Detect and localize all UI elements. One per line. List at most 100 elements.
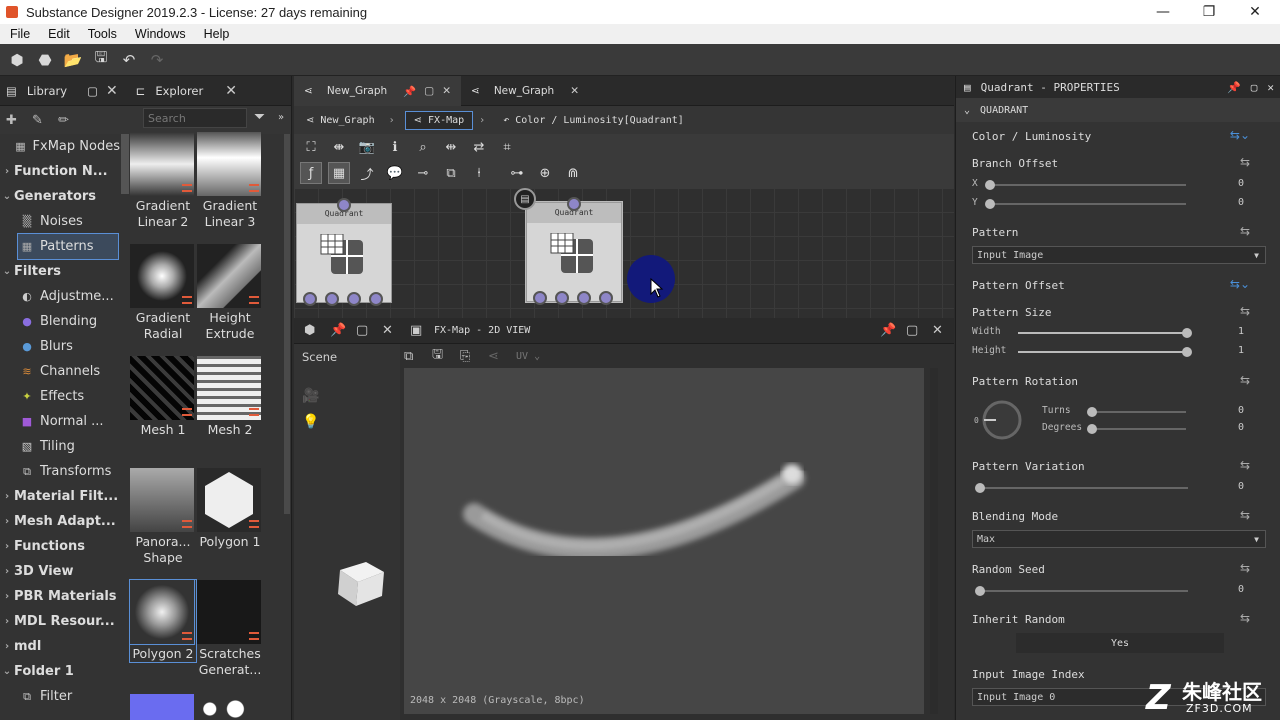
chevron-down-icon[interactable]: ⌄ — [0, 266, 14, 277]
function-mode-icon[interactable]: ƒ — [300, 162, 322, 184]
node-input-pin[interactable] — [337, 198, 351, 212]
slider-handle[interactable] — [1087, 424, 1097, 434]
tree-item[interactable]: ⧉ Transforms — [0, 459, 120, 484]
slider-handle[interactable] — [975, 483, 985, 493]
pattern-height-value[interactable]: 1 — [1238, 345, 1244, 356]
library-thumbnail[interactable]: Polygon 2 — [129, 579, 197, 663]
library-thumbnail[interactable]: Gradient Linear 2 — [130, 132, 196, 230]
reset-icon[interactable]: ⇆ — [1240, 373, 1250, 387]
crop-icon[interactable]: ⌗ — [496, 136, 518, 158]
light-icon[interactable]: 💡 — [302, 414, 319, 430]
pattern-variation-slider[interactable] — [978, 487, 1188, 489]
link-icon[interactable]: ⊶ — [506, 162, 528, 184]
pin-icon[interactable]: 📌 — [403, 85, 416, 98]
reset-icon[interactable]: ⇆ — [1240, 561, 1250, 575]
library-search-input[interactable]: Search — [143, 108, 247, 128]
slider-handle[interactable] — [985, 199, 995, 209]
camera-icon[interactable]: 🎥 — [302, 388, 319, 404]
save-icon[interactable]: 🖫 — [432, 345, 452, 367]
camera-icon[interactable]: 📷 — [356, 136, 378, 158]
library-thumbnail[interactable]: Gradient Linear 3 — [197, 132, 263, 230]
tree-item[interactable]: › MDL Resour... — [0, 609, 120, 634]
menu-help[interactable]: Help — [198, 27, 236, 41]
comment-icon[interactable]: 💬 — [384, 162, 406, 184]
chevron-down-icon[interactable]: ⌄ — [0, 666, 14, 677]
brush-icon[interactable]: ✎ — [32, 113, 52, 128]
channel-select[interactable]: UV ⌄ — [516, 351, 552, 362]
menu-file[interactable]: File — [4, 27, 36, 41]
node-output-pin[interactable] — [577, 291, 591, 305]
tree-item[interactable]: › Mesh Adapt... — [0, 509, 120, 534]
random-seed-value[interactable]: 0 — [1238, 584, 1244, 595]
close-icon[interactable]: ✕ — [382, 323, 398, 338]
pattern-variation-value[interactable]: 0 — [1238, 481, 1244, 492]
tree-item[interactable]: ■ Normal ... — [0, 409, 120, 434]
open-folder-icon[interactable]: 📂 — [62, 49, 84, 71]
pattern-width-slider[interactable] — [1018, 332, 1188, 334]
render-view[interactable]: 2048 x 2048 (Grayscale, 8bpc) — [404, 368, 924, 714]
magnet-icon[interactable]: ⋒ — [562, 162, 584, 184]
reset-icon[interactable]: ⇆ — [1240, 224, 1250, 238]
node-output-pin[interactable] — [303, 292, 317, 306]
new-graph-icon[interactable]: ⬣ — [34, 49, 56, 71]
node-output-pin[interactable] — [347, 292, 361, 306]
close-icon[interactable]: ✕ — [442, 85, 451, 97]
slider-handle[interactable] — [975, 586, 985, 596]
quadrant-node-2[interactable]: Quadrant — [525, 197, 623, 305]
chevron-right-icon[interactable]: › — [0, 641, 14, 652]
frame-all-icon[interactable]: ⛶ — [300, 136, 322, 158]
tab-explorer[interactable]: ⊏ Explorer ✕ — [130, 76, 243, 106]
chevron-right-icon[interactable]: › — [0, 166, 14, 177]
degrees-slider[interactable] — [1092, 428, 1186, 430]
tree-item[interactable]: ▒ Noises — [0, 209, 120, 234]
chevron-down-icon[interactable]: ⌄ — [0, 191, 14, 202]
pattern-select[interactable]: Input Image ▼ — [972, 246, 1266, 264]
tree-item[interactable]: ⧉ Filter — [0, 684, 120, 709]
cube-icon[interactable]: ⬢ — [304, 323, 320, 338]
tree-item[interactable]: › PBR Materials — [0, 584, 120, 609]
rotation-dial[interactable] — [980, 398, 1024, 442]
node-output-pin[interactable] — [533, 291, 547, 305]
degrees-value[interactable]: 0 — [1238, 422, 1244, 433]
branch-offset-x-value[interactable]: 0 — [1238, 178, 1244, 189]
library-thumbnail[interactable] — [130, 694, 194, 720]
random-seed-slider[interactable] — [978, 590, 1188, 592]
turns-slider[interactable] — [1092, 411, 1186, 413]
slider-handle[interactable] — [1182, 328, 1192, 338]
minimize-button[interactable]: — — [1140, 0, 1186, 24]
section-header[interactable]: ⌄ QUADRANT — [956, 98, 1280, 122]
chevron-right-icon[interactable]: › — [0, 491, 14, 502]
tab-new-graph-2[interactable]: ⋖ New_Graph ✕ — [461, 76, 589, 106]
library-thumbnail[interactable]: Scratches Generat... — [197, 580, 263, 678]
reset-icon[interactable]: ⇆ — [1240, 155, 1250, 169]
branch-offset-y-value[interactable]: 0 — [1238, 197, 1244, 208]
quadrant-node-1[interactable]: Quadrant — [296, 198, 392, 306]
tree-item[interactable]: › mdl — [0, 634, 120, 659]
tree-item[interactable]: ● Blurs — [0, 334, 120, 359]
fit-icon[interactable]: ⇼ — [328, 136, 350, 158]
crumb-fx-map[interactable]: ⋖ FX-Map — [404, 110, 474, 130]
library-thumbnail[interactable]: Mesh 2 — [197, 356, 263, 438]
view-scrollbar[interactable] — [930, 368, 938, 714]
slider-handle[interactable] — [985, 180, 995, 190]
document-icon[interactable]: ▤ — [514, 188, 536, 210]
chevron-right-icon[interactable]: › — [0, 566, 14, 577]
reset-icon[interactable]: ⇆ — [1240, 304, 1250, 318]
pin-icon[interactable]: ▢ — [87, 84, 98, 98]
library-scrollbar[interactable] — [284, 134, 290, 514]
close-icon[interactable]: ✕ — [932, 323, 948, 338]
crumb-quadrant[interactable]: ↶ Color / Luminosity[Quadrant] — [495, 112, 692, 129]
close-icon[interactable]: ✕ — [570, 85, 579, 97]
reset-icon[interactable]: ⇆ — [1240, 458, 1250, 472]
graph-canvas[interactable]: Quadrant Quadrant ▤ — [294, 188, 954, 318]
node-output-pin[interactable] — [599, 291, 613, 305]
curve-icon[interactable]: ⤴ — [356, 162, 378, 184]
pin-node-icon[interactable]: ⍿ — [468, 162, 490, 184]
menu-edit[interactable]: Edit — [42, 27, 76, 41]
tab-new-graph-1[interactable]: ⋖ New_Graph 📌 ▢ ✕ — [294, 76, 461, 106]
library-thumbnail[interactable]: Panora... Shape — [130, 468, 196, 566]
tree-item[interactable]: ⌄ Filters — [0, 259, 120, 284]
branch-offset-x-slider[interactable] — [986, 184, 1186, 186]
layers-icon[interactable]: ⧉ — [404, 349, 424, 364]
tree-item[interactable]: › Function N... — [0, 159, 120, 184]
